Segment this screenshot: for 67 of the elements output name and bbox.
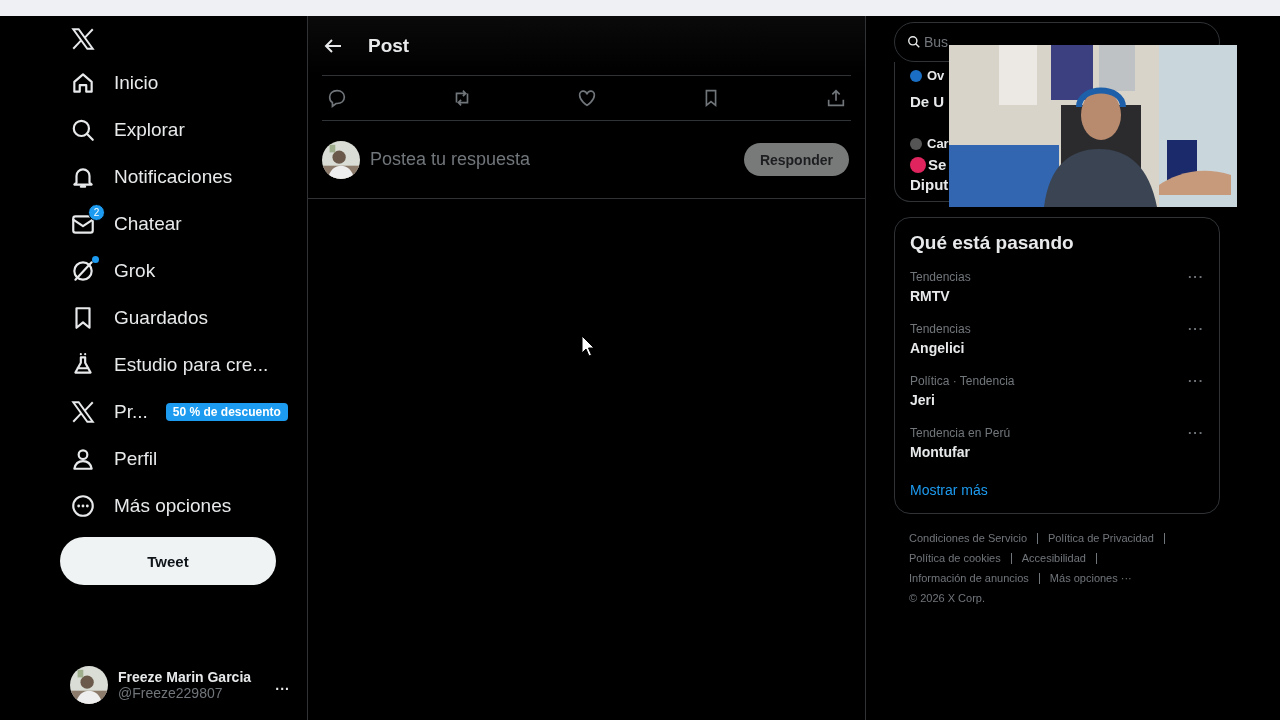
footer-link[interactable]: Información de anuncios	[909, 572, 1029, 584]
nav-item[interactable]: Explorar	[59, 106, 307, 153]
nav-item[interactable]: Grok	[59, 247, 307, 294]
share-icon[interactable]	[825, 87, 847, 109]
search-icon	[907, 35, 921, 49]
account-handle: @Freeze229807	[118, 685, 224, 701]
trend-context: Política · Tendencia	[910, 374, 1015, 388]
search-field[interactable]: Bus	[924, 34, 948, 50]
news-title: De U	[910, 92, 945, 112]
trend-context: Tendencias	[910, 270, 971, 284]
news-title: Se	[928, 155, 947, 175]
footer-link[interactable]: Condiciones de Servicio	[909, 532, 1027, 544]
nav-item[interactable]: Guardados	[59, 294, 307, 341]
discount-badge: 50 % de descuento	[165, 402, 288, 421]
comment-icon[interactable]	[326, 87, 348, 109]
back-button[interactable]	[324, 37, 342, 54]
nav-label: Estudio para cre...	[114, 353, 269, 376]
nav-item[interactable]: 2 Chatear	[59, 200, 307, 247]
trend-name[interactable]: RMTV	[910, 288, 971, 304]
footer-link[interactable]: Más opciones ···	[1049, 572, 1132, 584]
nav-label: Perfil	[114, 447, 158, 470]
back-arrow-icon	[324, 37, 342, 54]
trend-name[interactable]: Angelici	[910, 340, 971, 356]
nav-item[interactable]: Estudio para cre...	[59, 341, 307, 388]
account-name: Freeze Marin Garcia	[118, 669, 252, 685]
nav-label: Guardados	[114, 306, 208, 329]
count-badge: 2	[88, 203, 105, 221]
x-logo-icon[interactable]	[70, 26, 96, 52]
page-title: Post	[368, 34, 410, 57]
tweet-button[interactable]: Tweet	[60, 537, 276, 585]
nav-label: Explorar	[114, 118, 185, 141]
trend-name[interactable]: Jeri	[910, 392, 1015, 408]
show-more-link[interactable]: Mostrar más	[910, 482, 988, 498]
more-button[interactable]: ···	[1188, 270, 1204, 284]
news-title: Diput	[910, 175, 949, 195]
trend-context: Tendencias	[910, 322, 971, 336]
nav-label: Notificaciones	[114, 165, 233, 188]
avatar[interactable]	[322, 140, 360, 179]
avatar[interactable]	[70, 666, 108, 704]
section-title: Qué está pasando	[910, 232, 1075, 254]
footer-link[interactable]: Accesibilidad	[1021, 552, 1086, 564]
footer-link[interactable]: Política de Privacidad	[1048, 532, 1154, 544]
more-button[interactable]: ···	[1188, 374, 1204, 388]
source-avatar	[910, 137, 922, 150]
more-button[interactable]: ...	[275, 677, 290, 693]
source-name: Ov	[927, 68, 945, 83]
cursor-icon	[581, 335, 595, 357]
nav-item[interactable]: Pr... 50 % de descuento	[59, 388, 307, 435]
nav-label: Más opciones	[114, 494, 232, 517]
nav-item[interactable]: Notificaciones	[59, 153, 307, 200]
x-logo-icon	[70, 398, 96, 425]
nav-label: Pr...	[114, 400, 148, 423]
copyright: © 2026 X Corp.	[909, 592, 986, 604]
footer-link[interactable]: Política de cookies	[909, 552, 1001, 564]
trend-name[interactable]: Montufar	[910, 444, 1011, 460]
nav-item[interactable]: Perfil	[59, 435, 307, 482]
nav-item[interactable]: Inicio	[59, 59, 307, 106]
nav-label: Chatear	[114, 212, 182, 235]
nav-label: Grok	[114, 259, 156, 282]
source-avatar	[910, 69, 922, 82]
more-button[interactable]: ···	[1188, 322, 1204, 336]
nav-item[interactable]: Más opciones	[59, 482, 307, 529]
more-button[interactable]: ···	[1188, 426, 1204, 440]
trend-context: Tendencia en Perú	[910, 426, 1011, 440]
source-name: Car	[927, 136, 949, 151]
more-circle-icon	[70, 492, 96, 519]
nav-label: Inicio	[114, 71, 159, 94]
